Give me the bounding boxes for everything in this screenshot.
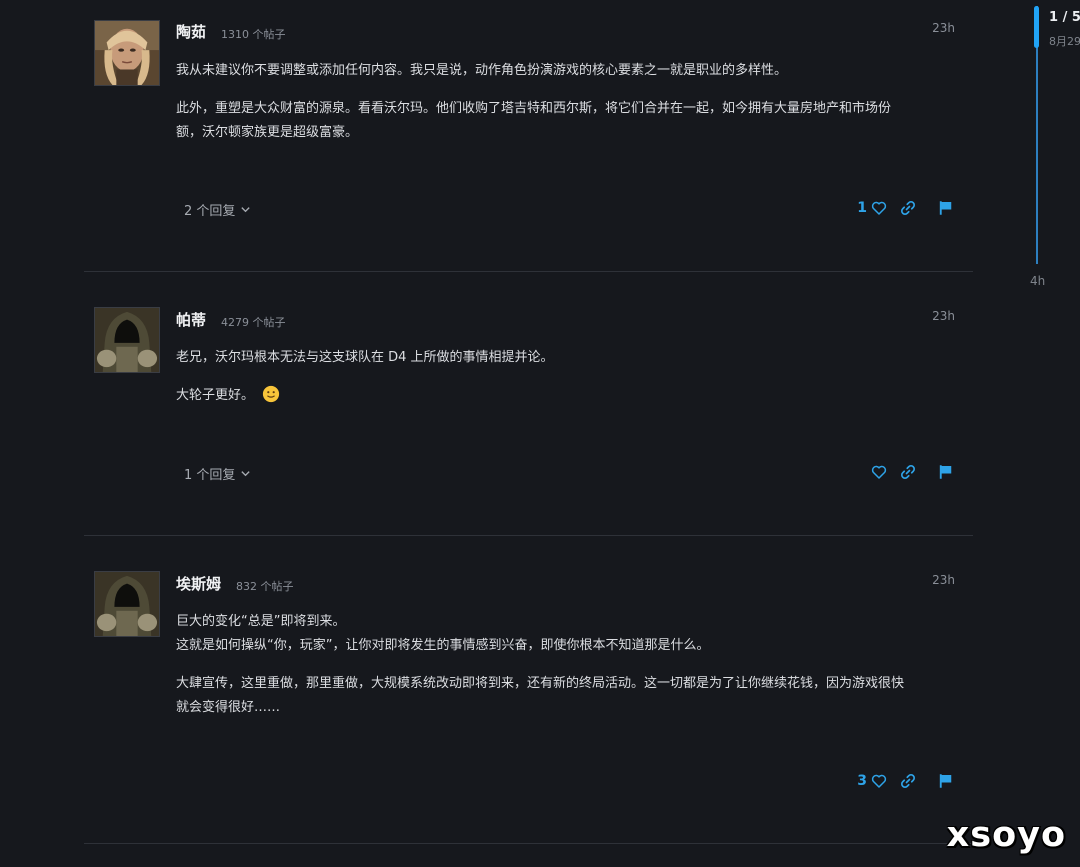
- post-stream: 陶茹 1310 个帖子 23h 我从未建议你不要调整或添加任何内容。我只是说，动…: [84, 0, 973, 844]
- link-icon: [900, 201, 915, 215]
- post-time[interactable]: 23h: [932, 21, 955, 35]
- like-count: 3: [857, 773, 867, 789]
- post-paragraph: 这就是如何操纵“你，玩家”，让你对即将发生的事情感到兴奋，即使你根本不知道那是什…: [176, 638, 710, 653]
- post: 陶茹 1310 个帖子 23h 我从未建议你不要调整或添加任何内容。我只是说，动…: [84, 0, 973, 272]
- post-time[interactable]: 23h: [932, 309, 955, 323]
- like-button[interactable]: 1: [846, 199, 888, 217]
- post-count: 832 个帖子: [236, 580, 294, 593]
- link-icon: [900, 774, 915, 788]
- like-button[interactable]: [846, 463, 888, 481]
- username[interactable]: 陶茹: [176, 21, 206, 42]
- chevron-down-icon: [241, 471, 251, 477]
- post: 帕蒂 4279 个帖子 23h 老兄，沃尔玛根本无法与这支球队在 D4 上所做的…: [84, 272, 973, 536]
- post-paragraph: 额，沃尔顿家族更是超级富豪。: [176, 125, 359, 140]
- like-button[interactable]: 3: [846, 772, 888, 790]
- flag-icon: [939, 774, 952, 788]
- post-actions: [846, 463, 965, 481]
- timeline-date: 8月29: [1049, 35, 1080, 48]
- link-icon: [900, 465, 915, 479]
- post-paragraph: 老兄，沃尔玛根本无法与这支球队在 D4 上所做的事情相提并论。: [176, 350, 554, 365]
- flag-icon: [939, 201, 952, 215]
- post-paragraph: 大肆宣传，这里重做，那里重做，大规模系统改动即将到来，还有新的终局活动。这一切都…: [176, 676, 905, 691]
- post: 埃斯姆 832 个帖子 23h 巨大的变化“总是”即将到来。 这就是如何操纵“你…: [84, 536, 973, 844]
- flag-icon: [939, 465, 952, 479]
- avatar[interactable]: [94, 307, 160, 373]
- post-actions: 1: [846, 199, 965, 217]
- timeline-position: 1 / 52: [1049, 10, 1080, 25]
- post-actions: 3: [846, 772, 965, 790]
- heart-icon: [871, 774, 887, 788]
- timeline-end-label[interactable]: 4h: [1030, 274, 1045, 288]
- post-time[interactable]: 23h: [932, 573, 955, 587]
- post-body: 我从未建议你不要调整或添加任何内容。我只是说，动作角色扮演游戏的核心要素之一就是…: [176, 59, 966, 145]
- username[interactable]: 帕蒂: [176, 309, 206, 330]
- post-paragraph: 我从未建议你不要调整或添加任何内容。我只是说，动作角色扮演游戏的核心要素之一就是…: [176, 63, 788, 78]
- post-paragraph: 大轮子更好。: [176, 384, 966, 408]
- watermark: xsoyo: [946, 815, 1066, 855]
- show-replies-button[interactable]: 1 个回复: [184, 464, 251, 483]
- heart-icon: [871, 201, 887, 215]
- post-body: 巨大的变化“总是”即将到来。 这就是如何操纵“你，玩家”，让你对即将发生的事情感…: [176, 610, 966, 720]
- show-replies-button[interactable]: 2 个回复: [184, 200, 251, 219]
- timeline-handle[interactable]: [1034, 6, 1039, 48]
- flag-button[interactable]: [927, 199, 965, 217]
- post-paragraph: 就会变得很好……: [176, 700, 281, 715]
- replies-label: 1 个回复: [184, 468, 236, 483]
- username[interactable]: 埃斯姆: [176, 573, 221, 594]
- flag-button[interactable]: [927, 772, 965, 790]
- flag-button[interactable]: [927, 463, 965, 481]
- slight-smile-emoji-icon: [263, 385, 280, 403]
- copy-link-button[interactable]: [888, 199, 927, 217]
- replies-label: 2 个回复: [184, 204, 236, 219]
- paragraph-text: 大轮子更好。: [176, 388, 255, 403]
- post-paragraph: 此外，重塑是大众财富的源泉。看看沃尔玛。他们收购了塔吉特和西尔斯，将它们合并在一…: [176, 101, 892, 116]
- copy-link-button[interactable]: [888, 772, 927, 790]
- post-count: 4279 个帖子: [221, 316, 286, 329]
- copy-link-button[interactable]: [888, 463, 927, 481]
- topic-timeline: 1 / 52 8月29 4h: [1030, 0, 1080, 300]
- avatar[interactable]: [94, 571, 160, 637]
- avatar[interactable]: [94, 20, 160, 86]
- heart-icon: [871, 465, 887, 479]
- like-count: 1: [857, 200, 867, 216]
- post-paragraph: 巨大的变化“总是”即将到来。: [176, 614, 346, 629]
- post-body: 老兄，沃尔玛根本无法与这支球队在 D4 上所做的事情相提并论。 大轮子更好。: [176, 346, 966, 408]
- chevron-down-icon: [241, 207, 251, 213]
- post-count: 1310 个帖子: [221, 28, 286, 41]
